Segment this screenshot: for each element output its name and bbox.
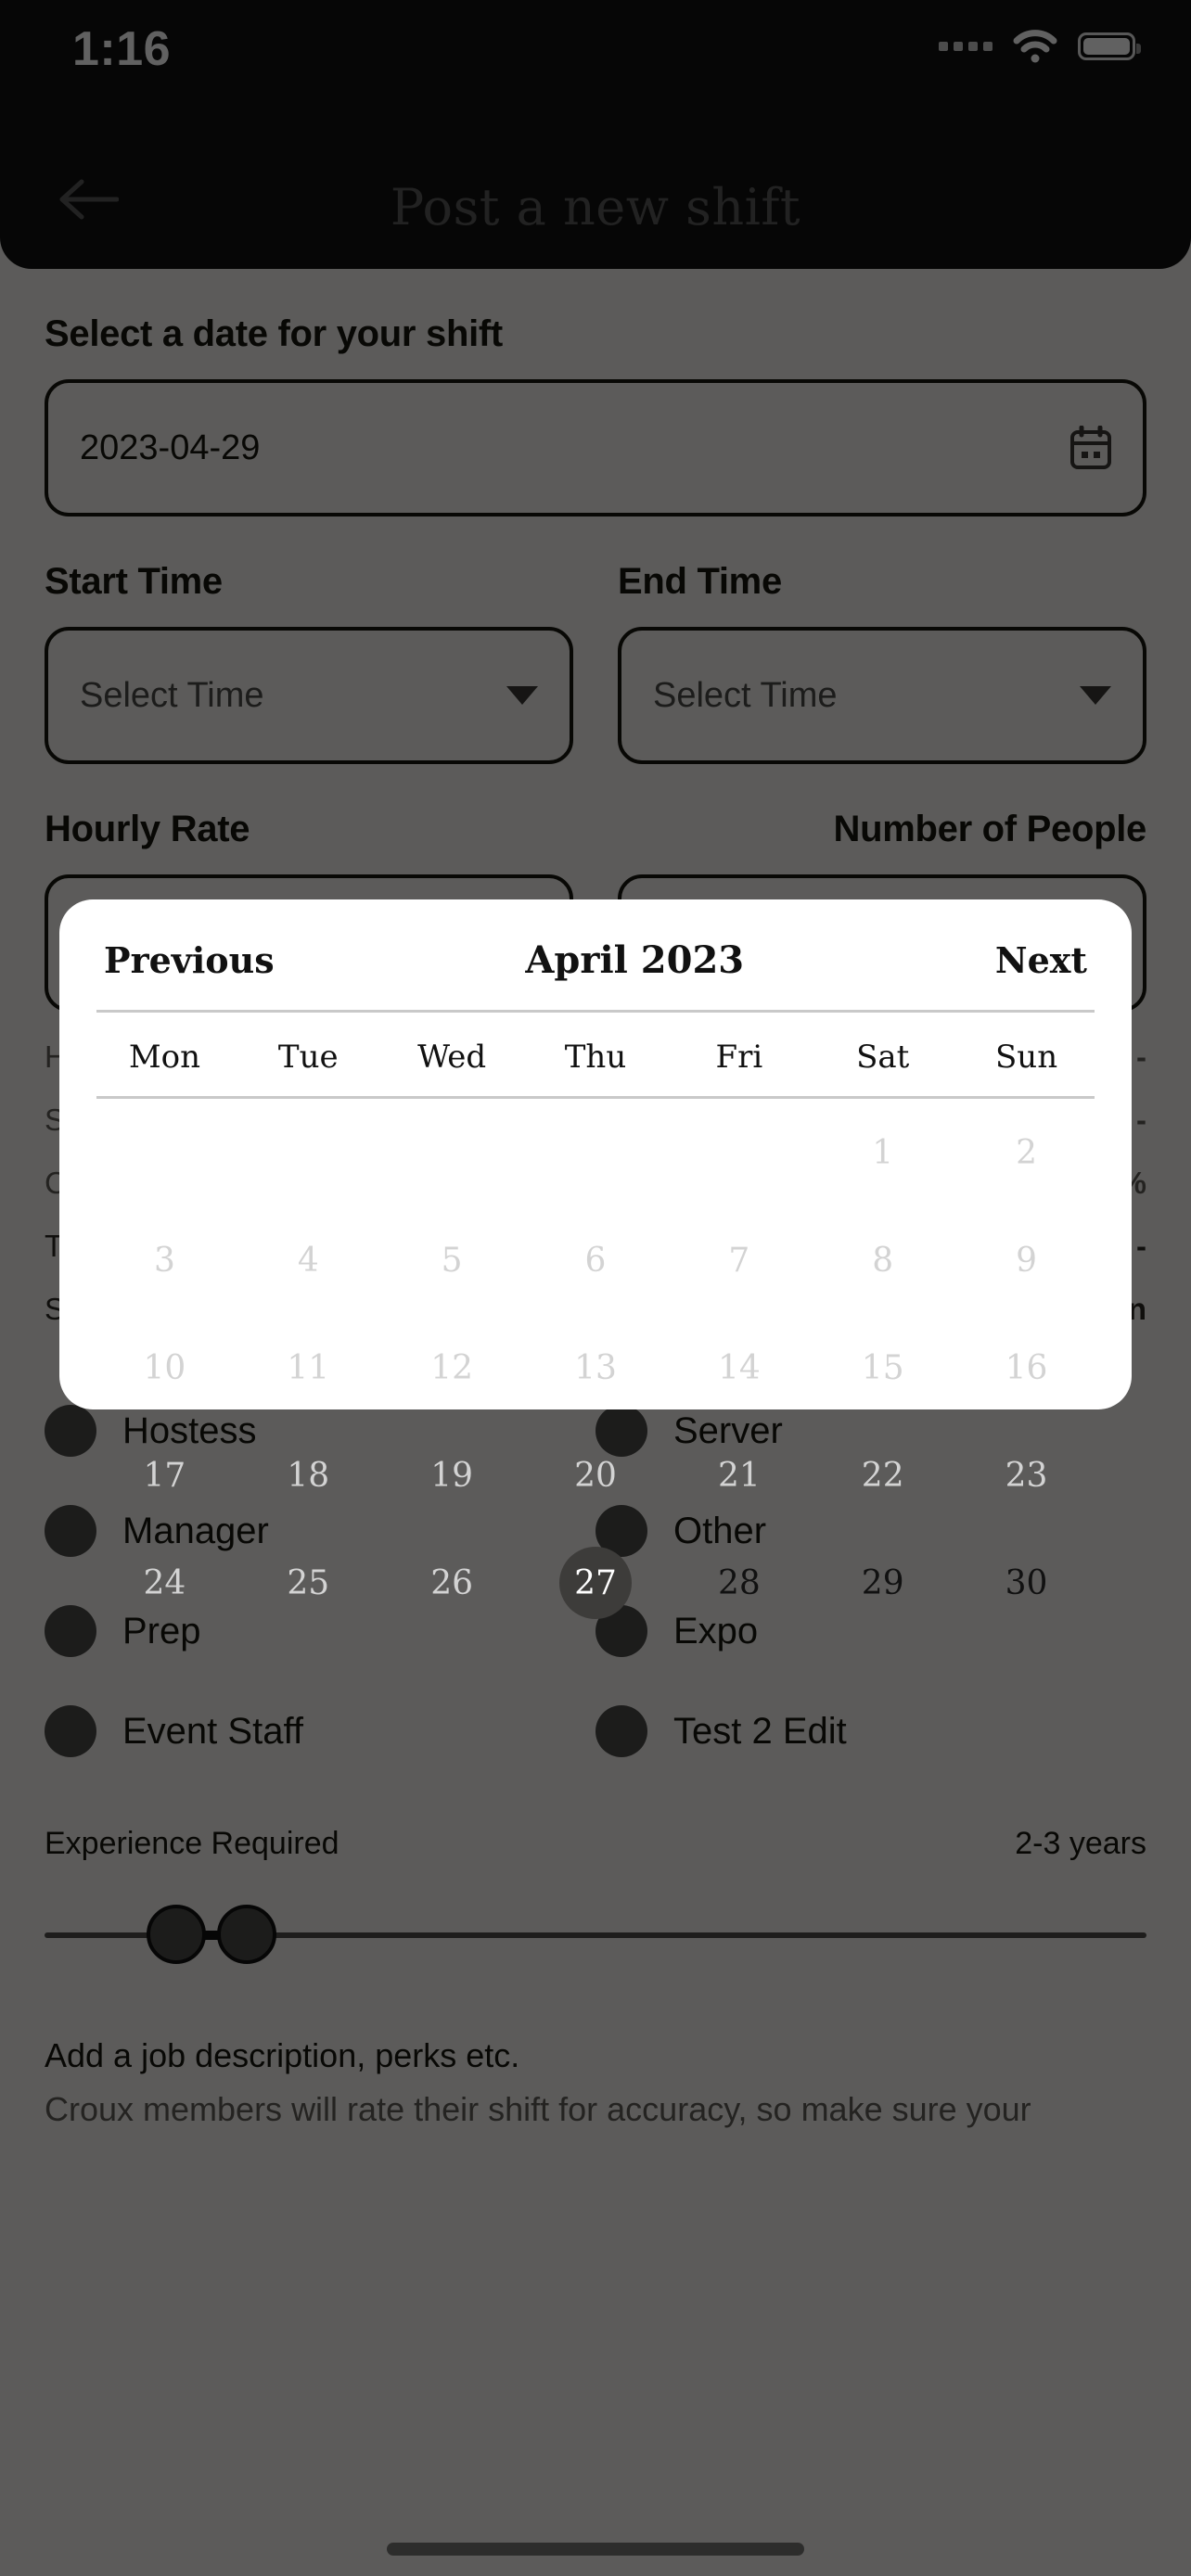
calendar-day-label: 2 [1016, 1133, 1038, 1172]
calendar-day-label [272, 1116, 344, 1189]
calendar-day-label: 15 [861, 1348, 904, 1387]
calendar-month-label: April 2023 [525, 938, 745, 982]
calendar-day-28[interactable]: 28 [667, 1529, 811, 1637]
calendar-day-label: 23 [1005, 1456, 1048, 1495]
calendar-day-18: 18 [237, 1422, 380, 1529]
calendar-day-label: 28 [717, 1563, 761, 1602]
calendar-day-22: 22 [811, 1422, 954, 1529]
date-picker-modal: Previous April 2023 Next Mon Tue Wed Thu… [59, 899, 1132, 1619]
calendar-cell-empty [93, 1099, 237, 1206]
calendar-weekday-row: Mon Tue Wed Thu Fri Sat Sun [93, 1013, 1098, 1096]
calendar-day-label: 21 [717, 1456, 761, 1495]
calendar-day-label: 6 [584, 1241, 607, 1280]
calendar-cell-empty [237, 1099, 380, 1206]
weekday-thu: Thu [564, 1039, 627, 1076]
calendar-day-9: 9 [954, 1206, 1098, 1314]
calendar-day-1: 1 [811, 1099, 954, 1206]
calendar-day-label: 13 [574, 1348, 617, 1387]
calendar-day-label: 7 [728, 1241, 750, 1280]
calendar-day-label: 8 [872, 1241, 894, 1280]
calendar-day-17: 17 [93, 1422, 237, 1529]
calendar-day-19: 19 [380, 1422, 524, 1529]
calendar-day-20: 20 [524, 1422, 668, 1529]
calendar-day-label: 14 [717, 1348, 761, 1387]
calendar-day-label: 27 [558, 1547, 632, 1619]
weekday-mon: Mon [128, 1039, 201, 1076]
calendar-day-label: 20 [574, 1456, 617, 1495]
weekday-wed: Wed [417, 1039, 487, 1076]
calendar-day-13: 13 [524, 1314, 668, 1422]
calendar-day-label: 1 [872, 1133, 894, 1172]
calendar-cell-empty [667, 1099, 811, 1206]
calendar-day-label: 10 [143, 1348, 186, 1387]
calendar-day-16: 16 [954, 1314, 1098, 1422]
calendar-cell-empty [380, 1099, 524, 1206]
calendar-day-27[interactable]: 27 [524, 1529, 668, 1637]
calendar-day-24: 24 [93, 1529, 237, 1637]
calendar-day-label: 3 [153, 1241, 175, 1280]
weekday-sat: Sat [856, 1039, 910, 1076]
calendar-cell-empty [524, 1099, 668, 1206]
calendar-day-label: 26 [430, 1563, 474, 1602]
calendar-day-8: 8 [811, 1206, 954, 1314]
calendar-day-label: 11 [287, 1348, 330, 1387]
calendar-day-7: 7 [667, 1206, 811, 1314]
calendar-day-2: 2 [954, 1099, 1098, 1206]
phone-screen: Post a new shift Select a date for your … [0, 0, 1191, 2576]
calendar-day-4: 4 [237, 1206, 380, 1314]
calendar-day-5: 5 [380, 1206, 524, 1314]
calendar-day-label: 30 [1005, 1563, 1048, 1602]
calendar-header: Previous April 2023 Next [93, 899, 1098, 1010]
calendar-day-label: 18 [287, 1456, 330, 1495]
calendar-day-label: 16 [1005, 1348, 1048, 1387]
calendar-day-label: 17 [143, 1456, 186, 1495]
calendar-day-label: 5 [441, 1241, 463, 1280]
calendar-day-10: 10 [93, 1314, 237, 1422]
calendar-day-label: 29 [861, 1563, 904, 1602]
calendar-day-label: 12 [430, 1348, 474, 1387]
calendar-day-label: 19 [430, 1456, 474, 1495]
calendar-day-15: 15 [811, 1314, 954, 1422]
weekday-fri: Fri [715, 1039, 763, 1076]
calendar-day-label: 22 [861, 1456, 904, 1495]
calendar-day-11: 11 [237, 1314, 380, 1422]
calendar-day-3: 3 [93, 1206, 237, 1314]
calendar-day-29[interactable]: 29 [811, 1529, 954, 1637]
calendar-day-label: 25 [287, 1563, 330, 1602]
calendar-day-label [416, 1116, 488, 1189]
calendar-day-21: 21 [667, 1422, 811, 1529]
calendar-day-30[interactable]: 30 [954, 1529, 1098, 1637]
calendar-day-25: 25 [237, 1529, 380, 1637]
next-month-button[interactable]: Next [995, 939, 1087, 981]
calendar-day-12: 12 [380, 1314, 524, 1422]
calendar-day-label: 4 [297, 1241, 319, 1280]
calendar-day-label [559, 1116, 632, 1189]
calendar-day-23: 23 [954, 1422, 1098, 1529]
calendar-day-14: 14 [667, 1314, 811, 1422]
weekday-tue: Tue [277, 1039, 339, 1076]
calendar-day-label: 24 [143, 1563, 186, 1602]
calendar-day-label [128, 1116, 200, 1189]
calendar-day-26: 26 [380, 1529, 524, 1637]
previous-month-button[interactable]: Previous [104, 939, 275, 981]
weekday-sun: Sun [995, 1039, 1058, 1076]
calendar-day-label: 9 [1016, 1241, 1038, 1280]
calendar-day-6: 6 [524, 1206, 668, 1314]
calendar-day-label [703, 1116, 775, 1189]
calendar-day-grid: 1 2 3 4 5 6 7 8 9 10 11 12 13 14 15 16 17 18 19 20 21 22 23 24 2… [93, 1099, 1098, 1637]
